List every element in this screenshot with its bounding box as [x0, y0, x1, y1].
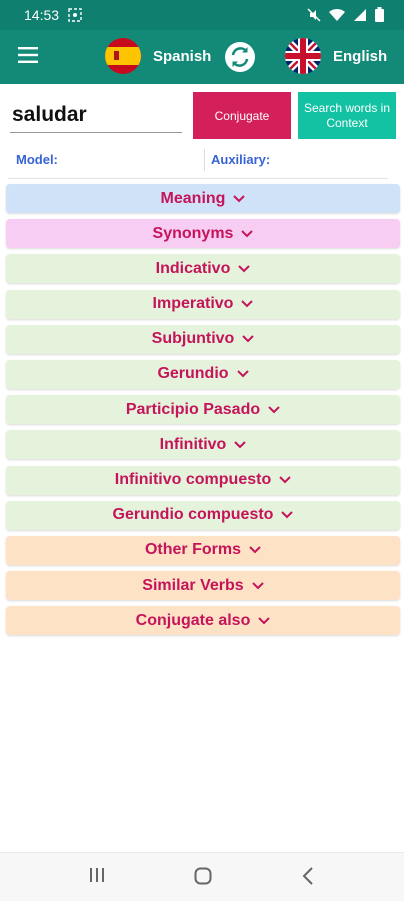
- home-icon[interactable]: [194, 867, 212, 890]
- section-label: Gerundio compuesto: [112, 506, 274, 524]
- system-nav-bar: [0, 852, 404, 901]
- section-participio-pasado[interactable]: Participio Pasado: [6, 395, 400, 425]
- section-label: Imperativo: [152, 295, 234, 313]
- hamburger-menu-icon[interactable]: [18, 47, 38, 63]
- model-label: Model:: [16, 152, 58, 167]
- source-language-label[interactable]: Spanish: [153, 48, 211, 65]
- auxiliary-label: Auxiliary:: [211, 152, 271, 167]
- section-similar-verbs[interactable]: Similar Verbs: [6, 571, 400, 601]
- spain-flag-icon[interactable]: [105, 38, 141, 74]
- status-bar: 14:53: [0, 0, 404, 30]
- verb-input[interactable]: [10, 98, 182, 133]
- search-context-button[interactable]: Search words in Context: [298, 92, 396, 139]
- section-imperativo[interactable]: Imperativo: [6, 289, 400, 319]
- chevron-down-icon: [251, 581, 264, 589]
- section-label: Other Forms: [144, 541, 241, 559]
- target-language-label[interactable]: English: [333, 48, 387, 65]
- back-icon[interactable]: [302, 867, 314, 890]
- wifi-icon: [329, 8, 345, 22]
- recent-apps-icon[interactable]: [89, 867, 105, 888]
- chevron-down-icon: [279, 476, 291, 484]
- chevron-down-icon: [241, 300, 254, 308]
- chevron-down-icon: [242, 335, 255, 343]
- conjugate-button[interactable]: Conjugate: [193, 92, 291, 139]
- section-label: Conjugate also: [135, 611, 251, 629]
- section-label: Infinitivo compuesto: [114, 471, 272, 488]
- chevron-down-icon: [238, 265, 251, 273]
- chevron-down-icon: [234, 441, 247, 449]
- section-other-forms[interactable]: Other Forms: [6, 535, 400, 565]
- section-label: Gerundio: [157, 365, 229, 383]
- conjugation-sections: Meaning Synonyms Indicativo Imperativo Subju…: [6, 184, 400, 641]
- chevron-down-icon: [281, 511, 294, 519]
- section-infinitivo-compuesto[interactable]: Infinitivo compuesto: [6, 465, 400, 495]
- section-label: Participio Pasado: [125, 400, 261, 418]
- section-label: Indicativo: [155, 259, 231, 277]
- section-subjuntivo[interactable]: Subjuntivo: [6, 324, 400, 354]
- info-separator: [8, 178, 388, 179]
- battery-icon: [375, 7, 384, 22]
- section-label: Synonyms: [152, 224, 234, 242]
- search-context-label-line1: Search words in: [303, 100, 391, 115]
- screenshot-icon: [68, 8, 82, 27]
- info-divider: [204, 149, 205, 171]
- chevron-down-icon: [236, 370, 249, 378]
- chevron-down-icon: [241, 229, 254, 238]
- section-label: Infinitivo: [159, 435, 227, 453]
- search-context-label-line2: Context: [326, 115, 368, 130]
- section-conjugate-also[interactable]: Conjugate also: [6, 606, 400, 636]
- uk-flag-icon[interactable]: [285, 38, 321, 74]
- app-bar: Spanish English: [0, 30, 404, 84]
- chevron-down-icon: [258, 617, 271, 625]
- section-indicativo[interactable]: Indicativo: [6, 254, 400, 284]
- section-infinitivo[interactable]: Infinitivo: [6, 430, 400, 460]
- section-gerundio[interactable]: Gerundio: [6, 359, 400, 389]
- section-label: Similar Verbs: [142, 576, 244, 594]
- section-label: Subjuntivo: [151, 330, 235, 348]
- section-synonyms[interactable]: Synonyms: [6, 219, 400, 249]
- section-meaning[interactable]: Meaning: [6, 184, 400, 213]
- mute-icon: [307, 8, 321, 22]
- section-label: Meaning: [160, 189, 226, 207]
- chevron-down-icon: [233, 194, 246, 202]
- chevron-down-icon: [268, 405, 280, 414]
- swap-languages-icon[interactable]: [224, 41, 256, 73]
- section-gerundio-compuesto[interactable]: Gerundio compuesto: [6, 500, 400, 530]
- status-time: 14:53: [24, 7, 60, 23]
- signal-icon: [353, 8, 367, 22]
- chevron-down-icon: [249, 546, 261, 554]
